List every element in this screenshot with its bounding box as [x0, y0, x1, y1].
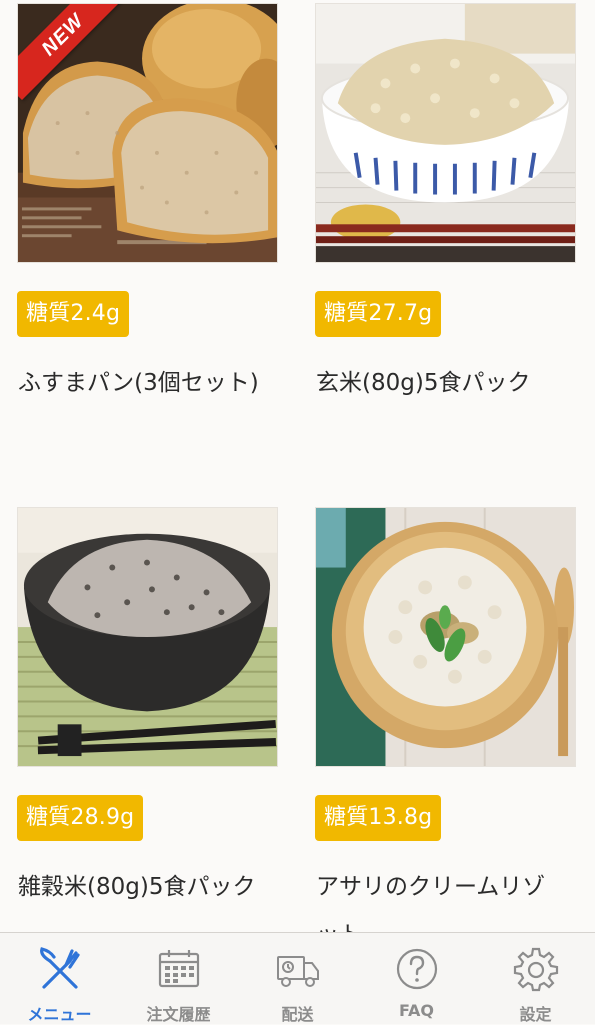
fork-knife-icon	[36, 945, 84, 993]
tab-delivery-label: 配送	[281, 1005, 314, 1024]
tab-settings[interactable]: 設定	[476, 933, 595, 1024]
bottom-tab-bar: メニュー 注文履歴 配送 FAQ 設定	[0, 932, 595, 1024]
product-card-brown-rice[interactable]: 糖質27.7g 玄米(80g)5食パック	[315, 3, 576, 396]
carb-badge: 糖質27.7g	[315, 291, 442, 337]
carb-badge: 糖質28.9g	[17, 795, 144, 841]
tab-order-history[interactable]: 注文履歴	[119, 933, 238, 1024]
question-circle-icon	[393, 945, 441, 993]
tab-order-history-label: 注文履歴	[146, 1005, 211, 1024]
tab-faq[interactable]: FAQ	[357, 933, 476, 1024]
product-list-viewport[interactable]: NEW 糖質2.4g ふすまパン(3個セット) 糖質27.7g 玄米(80g)5…	[0, 0, 595, 932]
product-image-bran-bread[interactable]: NEW	[17, 3, 278, 263]
product-card-clam-risotto[interactable]: 糖質13.8g アサリのクリームリゾット	[315, 507, 576, 932]
product-card-mixed-grain-rice[interactable]: 糖質28.9g 雑穀米(80g)5食パック	[17, 507, 278, 900]
product-name[interactable]: 雑穀米(80g)5食パック	[18, 863, 268, 911]
gear-icon	[512, 945, 560, 993]
carb-badge: 糖質2.4g	[17, 291, 130, 337]
tab-settings-label: 設定	[519, 1005, 552, 1024]
product-name[interactable]: 玄米(80g)5食パック	[316, 359, 566, 407]
calendar-icon	[155, 945, 203, 993]
tab-menu-label: メニュー	[27, 1005, 92, 1024]
product-card-bran-bread[interactable]: NEW 糖質2.4g ふすまパン(3個セット)	[17, 3, 278, 396]
tab-menu[interactable]: メニュー	[0, 933, 119, 1024]
tab-faq-label: FAQ	[398, 1001, 435, 1020]
carb-badge: 糖質13.8g	[315, 795, 442, 841]
tab-delivery[interactable]: 配送	[238, 933, 357, 1024]
product-image-brown-rice[interactable]	[315, 3, 576, 263]
product-image-mixed-grain-rice[interactable]	[17, 507, 278, 767]
product-name[interactable]: アサリのクリームリゾット	[316, 863, 566, 932]
delivery-truck-icon	[274, 945, 322, 993]
product-name[interactable]: ふすまパン(3個セット)	[18, 359, 268, 407]
product-image-clam-risotto[interactable]	[315, 507, 576, 767]
